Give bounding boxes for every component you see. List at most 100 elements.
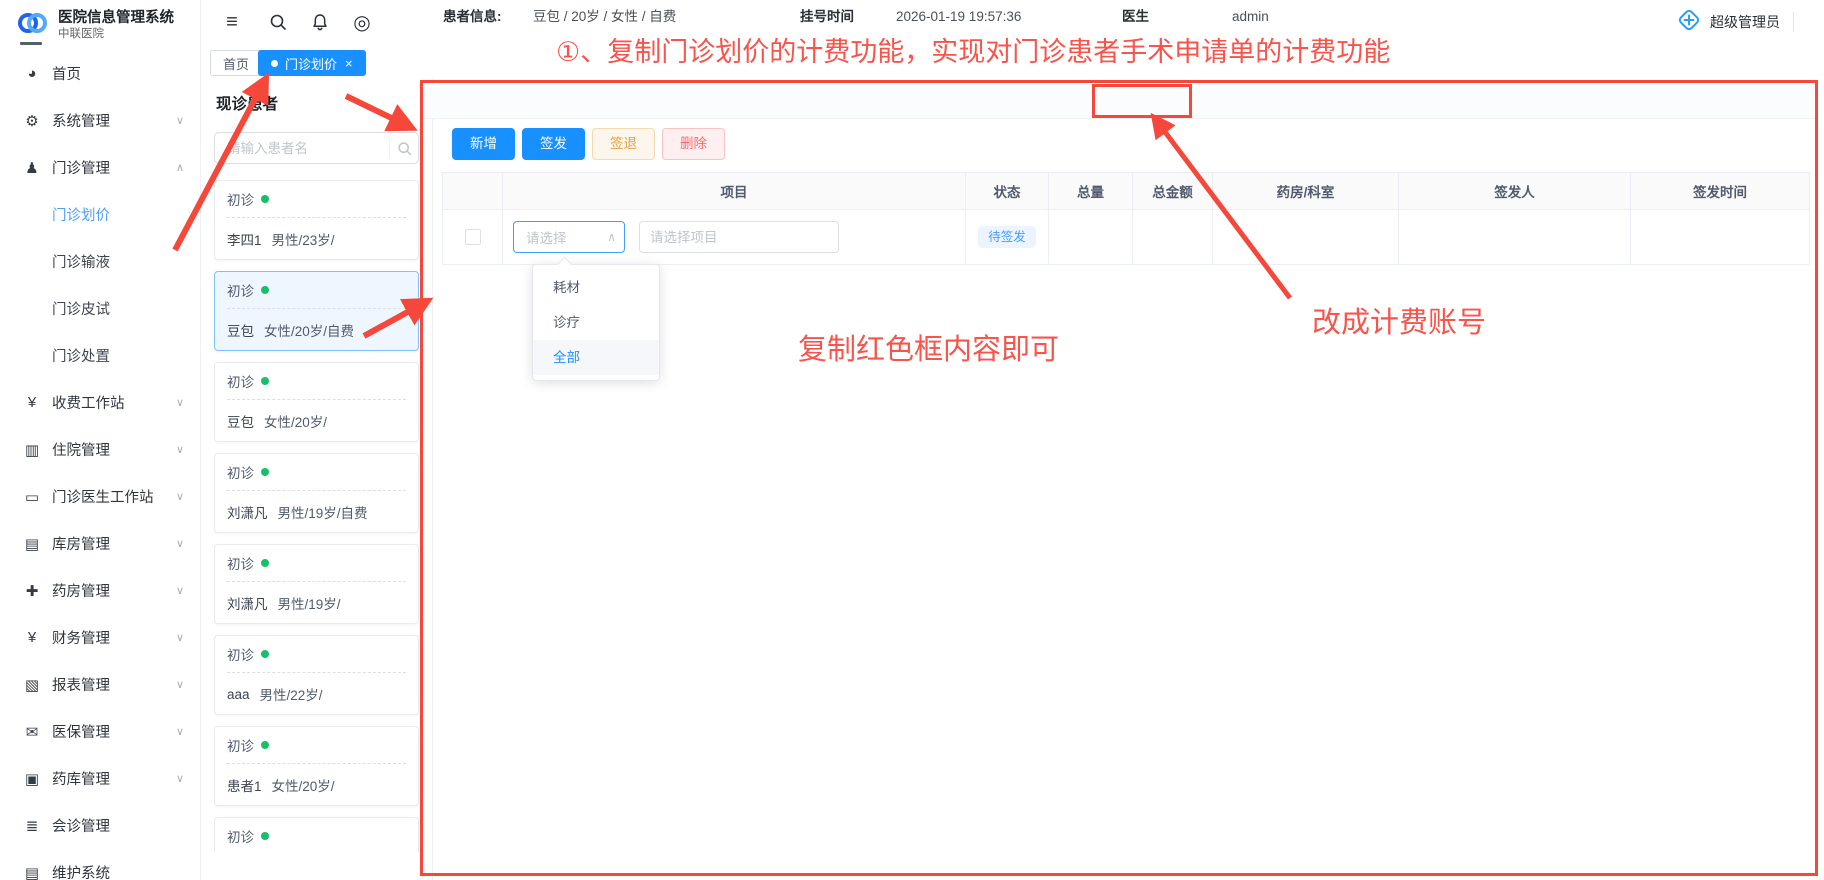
sidebar-item-insurance-mgmt[interactable]: ✉ 医保管理 ∨	[0, 708, 200, 755]
col-item: 项目	[503, 173, 966, 210]
close-icon[interactable]: ×	[345, 57, 353, 70]
app-title: 医院信息管理系统	[58, 10, 174, 27]
sidebar-item-doctor-workstation[interactable]: ▭ 门诊医生工作站 ∨	[0, 473, 200, 520]
chevron-down-icon: ∨	[176, 537, 184, 550]
user-menu[interactable]: 超级管理员	[1676, 8, 1780, 36]
sidebar-item-label: 药库管理	[52, 768, 110, 789]
sidebar-item-system-mgmt[interactable]: ⚙ 系统管理 ∨	[0, 97, 200, 144]
divider	[1793, 12, 1794, 32]
sidebar-item-charging-station[interactable]: ¥ 收费工作站 ∨	[0, 379, 200, 426]
search-icon[interactable]	[264, 8, 292, 36]
add-button[interactable]: 新增	[452, 128, 515, 160]
sidebar-item-label: 医保管理	[52, 721, 110, 742]
cross-icon: ✚	[22, 582, 42, 600]
sidebar-item-outpatient-infusion[interactable]: 门诊输液	[0, 238, 200, 285]
list-icon: ≣	[22, 817, 42, 835]
status-badge: 待签发	[978, 226, 1036, 249]
tab-home[interactable]: 首页	[210, 50, 262, 76]
patient-card[interactable]: 初诊	[214, 817, 419, 852]
patient-name: 豆包	[227, 411, 254, 431]
col-quantity: 总量	[1049, 173, 1133, 210]
checkout-button[interactable]: 签退	[592, 128, 655, 160]
sidebar-item-outpatient-mgmt[interactable]: ♟ 门诊管理 ∧	[0, 144, 200, 191]
dashboard-icon: ◕	[22, 65, 42, 82]
envelope-icon: ✉	[22, 723, 42, 741]
sidebar-item-warehouse-mgmt[interactable]: ▤ 库房管理 ∨	[0, 520, 200, 567]
issue-time-cell	[1631, 210, 1810, 265]
patient-info: 女性/20岁/	[264, 411, 327, 431]
status-dot	[261, 650, 269, 658]
patient-card[interactable]: 初诊 aaa男性/22岁/	[214, 635, 419, 715]
sidebar-item-consultation-mgmt[interactable]: ≣ 会诊管理	[0, 802, 200, 849]
sidebar-item-pharmacy-mgmt[interactable]: ✚ 药房管理 ∨	[0, 567, 200, 614]
sidebar-item-report-mgmt[interactable]: ▧ 报表管理 ∨	[0, 661, 200, 708]
visit-type-label: 初诊	[227, 826, 254, 846]
doctor-value: admin	[1232, 0, 1269, 34]
chevron-down-icon: ∨	[176, 631, 184, 644]
tab-label: 首页	[223, 54, 249, 73]
gear-icon: ⚙	[22, 112, 42, 130]
patient-info: 男性/23岁/	[272, 229, 335, 249]
patient-name: 李四1	[227, 229, 262, 249]
hospital-logo-icon	[14, 8, 50, 42]
col-issue-time: 签发时间	[1631, 173, 1810, 210]
col-amount: 总金额	[1133, 173, 1213, 210]
sidebar-item-label: 会诊管理	[52, 815, 110, 836]
issue-button[interactable]: 签发	[522, 128, 585, 160]
tab-outpatient-pricing[interactable]: 门诊划价 ×	[258, 50, 366, 76]
patient-card[interactable]: 初诊 豆包女性/20岁/	[214, 362, 419, 442]
dropdown-option-all[interactable]: 全部	[533, 340, 659, 375]
patient-card[interactable]: 初诊 刘潇凡男性/19岁/	[214, 544, 419, 624]
chevron-down-icon: ∨	[176, 490, 184, 503]
dropdown-option-treatment[interactable]: 诊疗	[533, 305, 659, 340]
patient-search-input[interactable]	[215, 141, 389, 156]
chevron-up-icon: ∧	[607, 230, 616, 244]
patient-card[interactable]: 初诊 患者1女性/20岁/	[214, 726, 419, 806]
item-search-input[interactable]	[639, 221, 839, 253]
search-icon[interactable]	[389, 138, 418, 158]
document-icon: ▤	[22, 864, 42, 880]
row-checkbox[interactable]	[465, 229, 481, 245]
delete-button[interactable]: 删除	[662, 128, 725, 160]
reg-time-value: 2026-01-19 19:57:36	[896, 0, 1021, 34]
amount-cell	[1133, 210, 1213, 265]
app-subtitle: 中联医院	[58, 27, 174, 41]
sidebar-item-outpatient-disposal[interactable]: 门诊处置	[0, 332, 200, 379]
status-dot	[261, 832, 269, 840]
select-placeholder: 请选择	[526, 227, 607, 247]
monitor-icon: ▭	[22, 488, 42, 506]
chevron-down-icon: ∨	[176, 772, 184, 785]
col-pharmacy-dept: 药房/科室	[1213, 173, 1399, 210]
dropdown-option-consumables[interactable]: 耗材	[533, 270, 659, 305]
sidebar-item-home[interactable]: ◕ 首页	[0, 50, 200, 97]
patient-name: aaa	[227, 687, 250, 702]
chevron-down-icon: ∨	[176, 584, 184, 597]
patient-card[interactable]: 初诊 刘潇凡男性/19岁/自费	[214, 453, 419, 533]
sidebar-item-outpatient-skintest[interactable]: 门诊皮试	[0, 285, 200, 332]
sidebar-item-label: 报表管理	[52, 674, 110, 695]
patient-card-selected[interactable]: 初诊 豆包女性/20岁/自费	[214, 271, 419, 351]
sidebar-item-drugstore-mgmt[interactable]: ▣ 药库管理 ∨	[0, 755, 200, 802]
sidebar-item-label: 门诊皮试	[52, 298, 110, 319]
sidebar-item-finance-mgmt[interactable]: ¥ 财务管理 ∨	[0, 614, 200, 661]
status-dot	[261, 377, 269, 385]
active-dot	[271, 60, 278, 67]
item-type-select[interactable]: 请选择 ∧	[513, 221, 625, 253]
sidebar-item-maintenance[interactable]: ▤ 维护系统	[0, 849, 200, 880]
ledger-icon: ▧	[22, 676, 42, 694]
user-role-label: 超级管理员	[1710, 12, 1780, 32]
sidebar-item-label: 库房管理	[52, 533, 110, 554]
sidebar-item-outpatient-pricing[interactable]: 门诊划价	[0, 191, 200, 238]
billing-table: 项目 状态 总量 总金额 药房/科室 签发人 签发时间 请选择 ∧ 待签发	[442, 172, 1810, 265]
patient-info-value: 豆包 / 20岁 / 女性 / 自费	[533, 0, 676, 34]
yuan-icon: ¥	[22, 629, 42, 646]
patient-card[interactable]: 初诊 李四1男性/23岁/	[214, 180, 419, 260]
sidebar-item-label: 首页	[52, 63, 81, 84]
aim-icon[interactable]: ◎	[348, 8, 376, 36]
collapse-menu-icon[interactable]: ≡	[218, 8, 246, 36]
sidebar-item-inpatient-mgmt[interactable]: ▥ 住院管理 ∨	[0, 426, 200, 473]
bell-icon[interactable]	[306, 8, 334, 36]
visit-type-label: 初诊	[227, 462, 254, 482]
tab-label: 门诊划价	[285, 54, 337, 73]
tab-bar: 首页 门诊划价 ×	[200, 44, 1824, 79]
